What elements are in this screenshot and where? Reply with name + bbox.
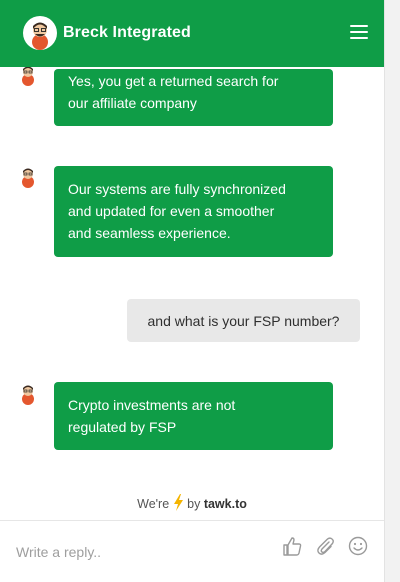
agent-message-bubble: Our systems are fully synchronized and u… [54,166,333,257]
agent-avatar-icon [22,66,34,86]
lightning-bolt-icon [173,494,183,511]
agent-message-bubble: Yes, you get a returned search for our a… [54,69,333,126]
message-line: and seamless experience. [68,225,231,241]
paperclip-icon[interactable] [314,535,336,557]
chat-header: Breck Integrated [0,0,384,67]
message-line: our affiliate company [68,95,197,111]
reply-input[interactable] [14,537,268,567]
agent-avatar-icon [23,16,57,50]
thumbs-up-icon[interactable] [281,535,303,557]
message-line: Our systems are fully synchronized [68,181,286,197]
agent-avatar-icon [22,385,34,405]
chat-title: Breck Integrated [63,24,191,41]
powered-by-prefix: We're [137,497,170,511]
powered-by-word: by [187,497,201,511]
message-line: and updated for even a smoother [68,203,275,219]
chat-widget: Yes, you get a returned search for our a… [0,0,385,582]
message-line: regulated by FSP [68,419,177,435]
visitor-message-bubble: and what is your FSP number? [127,299,360,342]
message-line: Yes, you get a returned search for [68,73,279,89]
message-line: Crypto investments are not [68,397,236,413]
reply-composer [0,520,384,582]
message-list[interactable]: Yes, you get a returned search for our a… [0,0,384,520]
hamburger-menu-icon[interactable] [350,25,368,39]
tawkto-brand-link[interactable]: tawk.to [204,497,247,511]
powered-by[interactable]: We're by tawk.to [0,494,384,511]
agent-avatar-icon [22,168,34,188]
agent-message-bubble: Crypto investments are not regulated by … [54,382,333,450]
message-line: and what is your FSP number? [147,313,340,329]
emoji-icon[interactable] [347,535,369,557]
